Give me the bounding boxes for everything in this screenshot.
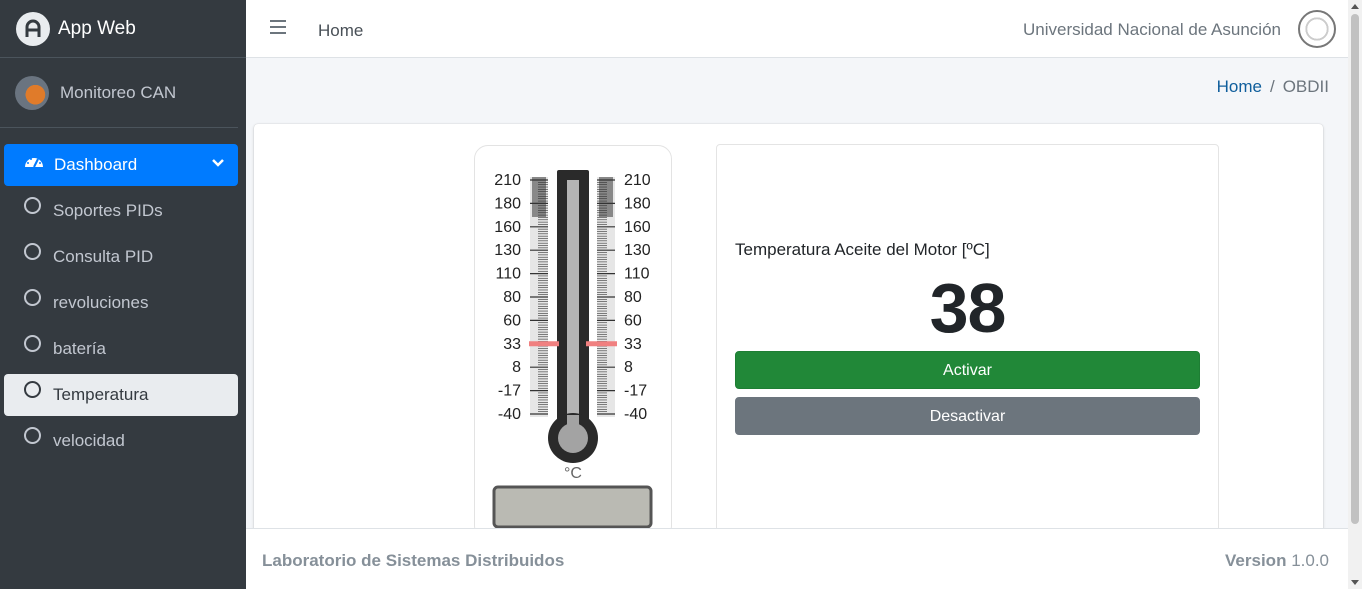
sidebar-item-label: velocidad <box>53 431 125 450</box>
scale-label: 130 <box>494 242 521 259</box>
app-logo-icon <box>16 11 50 46</box>
version-label: Version <box>1225 551 1287 570</box>
scale-label: 160 <box>494 219 521 236</box>
sidebar-item-soportes-pids[interactable]: Soportes PIDs <box>4 190 238 232</box>
sidebar-item-label: Dashboard <box>54 155 138 174</box>
sidebar-item-velocidad[interactable]: velocidad <box>4 420 238 462</box>
university-seal-icon <box>1298 10 1336 48</box>
footer-version: Version 1.0.0 <box>1225 551 1329 571</box>
breadcrumb: Home / OBDII <box>1217 77 1329 97</box>
scroll-up-icon[interactable] <box>1351 4 1359 9</box>
scale-label: 160 <box>624 219 651 236</box>
avatar <box>15 75 49 110</box>
scale-label: 8 <box>624 359 633 376</box>
sidebar-nav: Dashboard Soportes PIDs Consulta PID rev… <box>0 128 246 462</box>
top-navbar: Home Universidad Nacional de Asunción <box>246 0 1348 58</box>
scale-label: 210 <box>494 172 521 189</box>
sidebar-item-revoluciones[interactable]: revoluciones <box>4 282 238 324</box>
scale-label: 110 <box>495 266 521 283</box>
circle-icon <box>24 242 41 260</box>
sensor-value: 38 <box>929 269 1007 347</box>
sidebar-item-consulta-pid[interactable]: Consulta PID <box>4 236 238 278</box>
scale-label: 130 <box>624 242 651 259</box>
activate-button[interactable]: Activar <box>735 351 1200 389</box>
sidebar-item-label: Consulta PID <box>53 247 154 266</box>
sidebar-item-dashboard[interactable]: Dashboard <box>4 144 238 186</box>
scale-label: 80 <box>624 289 642 306</box>
sidebar-item-bateria[interactable]: batería <box>4 328 238 370</box>
scroll-thumb[interactable] <box>1351 14 1359 524</box>
scale-label: 8 <box>512 359 521 376</box>
sidebar-item-temperatura[interactable]: Temperatura <box>4 374 238 416</box>
footer: Laboratorio de Sistemas Distribuidos Ver… <box>246 528 1348 589</box>
deactivate-button[interactable]: Desactivar <box>735 397 1200 435</box>
scale-label: 33 <box>624 336 642 353</box>
scale-label: -40 <box>498 406 521 423</box>
scale-shade <box>532 177 546 217</box>
sensor-title: Temperatura Aceite del Motor [ºC] <box>735 240 990 259</box>
sidebar-item-label: batería <box>53 339 106 358</box>
scale-label: -17 <box>498 383 521 400</box>
user-name: Monitoreo CAN <box>60 82 177 102</box>
scale-label: 180 <box>624 195 651 212</box>
scale-label: 60 <box>503 312 521 329</box>
scroll-down-icon[interactable] <box>1351 580 1359 585</box>
circle-icon <box>24 196 41 214</box>
scale-label: 210 <box>624 172 651 189</box>
brand-name: App Web <box>58 17 136 39</box>
scale-label: 180 <box>494 195 521 212</box>
sidebar-item-label: Soportes PIDs <box>53 201 163 220</box>
breadcrumb-separator: / <box>1269 77 1275 96</box>
thermometer-unit: °C <box>564 465 582 482</box>
breadcrumb-home-link[interactable]: Home <box>1217 77 1262 96</box>
chevron-down-icon <box>212 159 224 167</box>
menu-toggle-icon[interactable] <box>270 20 286 38</box>
circle-icon <box>24 380 41 398</box>
scale-shade <box>599 177 613 217</box>
circle-icon <box>24 334 41 352</box>
sidebar: App Web Monitoreo CAN Dashboard Soportes… <box>0 0 246 589</box>
page-scrollbar[interactable] <box>1348 0 1362 589</box>
top-home-link[interactable]: Home <box>318 21 363 41</box>
footer-lab-name: Laboratorio de Sistemas Distribuidos <box>262 551 565 570</box>
scale-label: 80 <box>503 289 521 306</box>
scale-label: 110 <box>624 266 650 283</box>
dashboard-icon <box>25 158 43 168</box>
sidebar-item-label: Temperatura <box>53 385 149 404</box>
scale-label: -40 <box>624 406 647 423</box>
scale-label: 33 <box>503 336 521 353</box>
sidebar-item-label: revoluciones <box>53 293 149 312</box>
thermometer-gauge: 210 180 160 130 110 80 60 33 8 -17 -40 210 180 160 13… <box>492 170 653 529</box>
user-panel[interactable]: Monitoreo CAN <box>0 58 238 128</box>
breadcrumb-current: OBDII <box>1282 77 1329 96</box>
scale-label: -17 <box>624 383 647 400</box>
circle-icon <box>24 426 41 444</box>
version-number: 1.0.0 <box>1291 551 1329 570</box>
university-name: Universidad Nacional de Asunción <box>1023 20 1281 39</box>
scale-label: 60 <box>624 312 642 329</box>
circle-icon <box>24 288 41 306</box>
brand-link[interactable]: App Web <box>0 0 246 58</box>
